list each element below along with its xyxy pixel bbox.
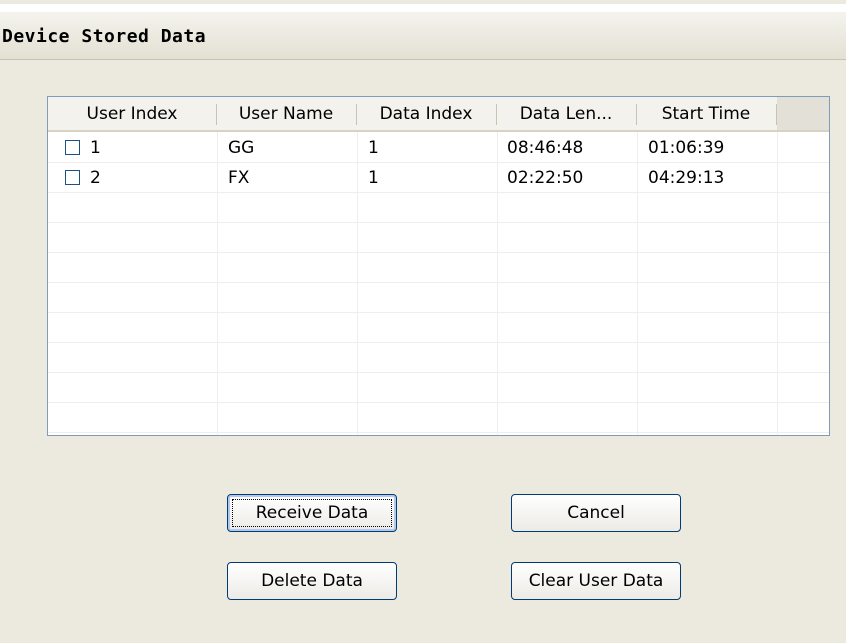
grid-line (48, 372, 829, 373)
header-filler (777, 97, 829, 130)
cell-start-time: 01:06:39 (648, 138, 725, 158)
cell-start-time: 04:29:13 (648, 168, 725, 188)
clear-user-data-button[interactable]: Clear User Data (511, 562, 681, 600)
cell-data-index: 1 (368, 168, 379, 188)
grid-line (48, 222, 829, 223)
table-row[interactable]: 2 FX 1 02:22:50 04:29:13 (48, 163, 829, 192)
grid-line (48, 432, 829, 433)
receive-data-button[interactable]: Receive Data (227, 494, 397, 532)
list-header: User Index User Name Data Index Data Len… (48, 97, 829, 132)
grid-line (48, 342, 829, 343)
window-title: Device Stored Data (2, 26, 207, 47)
cell-user-index: 2 (90, 168, 101, 188)
cancel-button[interactable]: Cancel (511, 494, 681, 532)
grid-line (48, 282, 829, 283)
grid-line (48, 192, 829, 193)
cell-user-index: 1 (90, 138, 101, 158)
column-header-data-length[interactable]: Data Len... (497, 97, 635, 130)
cell-user-name: GG (228, 138, 255, 158)
cell-data-index: 1 (368, 138, 379, 158)
cell-data-length: 02:22:50 (507, 168, 584, 188)
grid-line (48, 402, 829, 403)
row-checkbox[interactable] (65, 140, 80, 155)
delete-data-button[interactable]: Delete Data (227, 562, 397, 600)
row-checkbox[interactable] (65, 170, 80, 185)
title-bar: Device Stored Data (0, 0, 846, 60)
stored-data-list[interactable]: User Index User Name Data Index Data Len… (47, 96, 830, 436)
column-header-start-time[interactable]: Start Time (637, 97, 775, 130)
grid-line (48, 252, 829, 253)
table-row[interactable]: 1 GG 1 08:46:48 01:06:39 (48, 133, 829, 162)
grid-line (48, 312, 829, 313)
cell-data-length: 08:46:48 (507, 138, 584, 158)
column-header-user-index[interactable]: User Index (48, 97, 216, 130)
column-header-data-index[interactable]: Data Index (357, 97, 495, 130)
column-header-user-name[interactable]: User Name (217, 97, 355, 130)
cell-user-name: FX (228, 168, 250, 188)
